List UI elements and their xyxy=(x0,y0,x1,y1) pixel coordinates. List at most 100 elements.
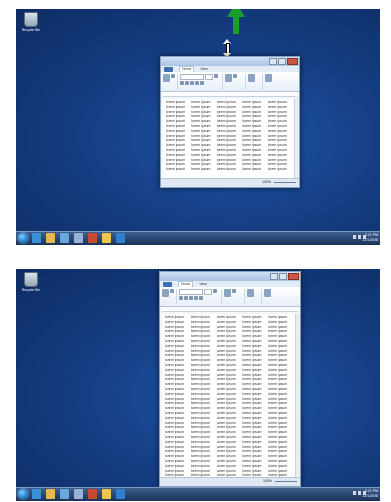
wordpad-taskbar-icon[interactable] xyxy=(74,233,83,243)
find-icon[interactable] xyxy=(265,74,272,82)
font-size-select[interactable] xyxy=(205,74,213,80)
paste-icon[interactable] xyxy=(162,289,169,297)
lorem-text: lorem ipsum xyxy=(216,167,236,172)
cut-icon[interactable] xyxy=(171,74,175,78)
zoom-level: 100% xyxy=(263,479,272,483)
status-bar: 100% xyxy=(160,477,300,486)
document-area[interactable]: lorem ipsum lorem ipsum lorem ipsum lorem i… xyxy=(163,99,294,178)
paint-icon[interactable] xyxy=(88,489,97,499)
lorem-text: lorem ipsum xyxy=(191,167,211,172)
media-player-icon[interactable] xyxy=(60,233,69,243)
vertical-scrollbar[interactable] xyxy=(295,314,300,477)
network-icon[interactable] xyxy=(353,235,356,239)
font-color-icon[interactable] xyxy=(194,296,198,300)
paragraph-icon[interactable] xyxy=(224,289,231,297)
taskbar: 2:21 PM 12/1/2008 xyxy=(16,487,380,501)
network-icon[interactable] xyxy=(353,491,356,495)
ie-icon[interactable] xyxy=(32,233,41,243)
vertical-resize-cursor-icon xyxy=(223,39,231,58)
ruler[interactable] xyxy=(163,92,297,97)
recycle-bin-glyph xyxy=(24,272,38,287)
close-button[interactable] xyxy=(288,273,299,280)
document-area[interactable]: lorem ipsum lorem ipsum lorem ipsum lorem i… xyxy=(162,314,295,477)
minimize-button[interactable] xyxy=(269,58,277,65)
taskbar-clock[interactable]: 2:21 PM 12/1/2008 xyxy=(362,233,378,242)
clipboard-group xyxy=(163,74,178,89)
maximize-button[interactable] xyxy=(278,58,286,65)
find-icon[interactable] xyxy=(264,289,271,297)
title-bar[interactable] xyxy=(161,57,299,66)
font-color-icon[interactable] xyxy=(195,81,199,85)
recycle-bin-label: Recycle Bin xyxy=(21,28,41,32)
maximize-button[interactable] xyxy=(279,273,287,280)
tab-home[interactable]: Home xyxy=(179,66,195,72)
zoom-slider[interactable] xyxy=(275,481,297,482)
vertical-scrollbar[interactable] xyxy=(294,99,299,178)
wordpad-window-stretched[interactable]: Home View lorem ipsum lorem ipsum lorem … xyxy=(159,271,301,487)
application-menu-button[interactable] xyxy=(164,66,173,72)
folder-icon[interactable] xyxy=(102,489,111,499)
taskbar-clock[interactable]: 2:21 PM 12/1/2008 xyxy=(362,489,378,498)
highlight-icon[interactable] xyxy=(199,296,203,300)
clock-date: 12/1/2008 xyxy=(362,237,378,242)
taskbar-pinned xyxy=(32,233,125,243)
start-button-icon[interactable] xyxy=(18,489,28,499)
clock-date: 12/1/2008 xyxy=(362,493,378,498)
recycle-bin-icon[interactable]: Recycle Bin xyxy=(19,12,43,32)
editing-group xyxy=(264,289,278,304)
strikethrough-icon[interactable] xyxy=(190,81,194,85)
close-button[interactable] xyxy=(287,58,298,65)
bold-icon[interactable] xyxy=(213,289,217,293)
desktop-after: Recycle Bin Home View lorem ipsum lorem … xyxy=(16,269,380,501)
tab-view[interactable]: View xyxy=(199,282,207,287)
insert-group xyxy=(247,289,262,304)
underline-icon[interactable] xyxy=(184,296,188,300)
wordpad-window[interactable]: Home View lorem ipsum lorem ipsum lorem … xyxy=(160,56,300,188)
clock-time: 2:21 PM xyxy=(364,489,378,493)
paint-icon[interactable] xyxy=(88,233,97,243)
tab-view[interactable]: View xyxy=(200,67,208,72)
italic-icon[interactable] xyxy=(179,296,183,300)
volume-icon[interactable] xyxy=(358,491,361,495)
font-group xyxy=(180,74,223,89)
status-bar: 100% xyxy=(161,178,299,187)
font-name-select[interactable] xyxy=(179,289,203,295)
start-button-icon[interactable] xyxy=(18,233,28,243)
document-text: lorem ipsum lorem ipsum lorem ipsum lorem i… xyxy=(162,314,295,477)
font-name-select[interactable] xyxy=(180,74,204,80)
paragraph-icon[interactable] xyxy=(225,74,232,82)
italic-icon[interactable] xyxy=(180,81,184,85)
tab-home[interactable]: Home xyxy=(178,281,194,287)
minimize-button[interactable] xyxy=(270,273,278,280)
strikethrough-icon[interactable] xyxy=(189,296,193,300)
insert-picture-icon[interactable] xyxy=(248,74,255,82)
application-menu-button[interactable] xyxy=(163,281,172,287)
clipboard-group xyxy=(162,289,177,304)
title-bar[interactable] xyxy=(160,272,300,281)
align-icon[interactable] xyxy=(232,289,236,293)
paragraph-group xyxy=(225,74,246,89)
volume-icon[interactable] xyxy=(358,235,361,239)
recycle-bin-label: Recycle Bin xyxy=(21,288,41,292)
clock-time: 2:21 PM xyxy=(364,233,378,237)
app-icon[interactable] xyxy=(116,489,125,499)
explorer-icon[interactable] xyxy=(46,233,55,243)
recycle-bin-icon[interactable]: Recycle Bin xyxy=(19,272,43,292)
zoom-slider[interactable] xyxy=(274,182,296,183)
underline-icon[interactable] xyxy=(185,81,189,85)
insert-picture-icon[interactable] xyxy=(247,289,254,297)
font-size-select[interactable] xyxy=(204,289,212,295)
highlight-icon[interactable] xyxy=(200,81,204,85)
app-icon[interactable] xyxy=(116,233,125,243)
paste-icon[interactable] xyxy=(163,74,170,82)
bold-icon[interactable] xyxy=(214,74,218,78)
cut-icon[interactable] xyxy=(170,289,174,293)
folder-icon[interactable] xyxy=(102,233,111,243)
media-player-icon[interactable] xyxy=(60,489,69,499)
wordpad-taskbar-icon[interactable] xyxy=(74,489,83,499)
ie-icon[interactable] xyxy=(32,489,41,499)
align-icon[interactable] xyxy=(233,74,237,78)
explorer-icon[interactable] xyxy=(46,489,55,499)
ruler[interactable] xyxy=(162,307,298,312)
desktop-before: Recycle Bin Home View lorem ipsum lorem … xyxy=(16,9,380,245)
